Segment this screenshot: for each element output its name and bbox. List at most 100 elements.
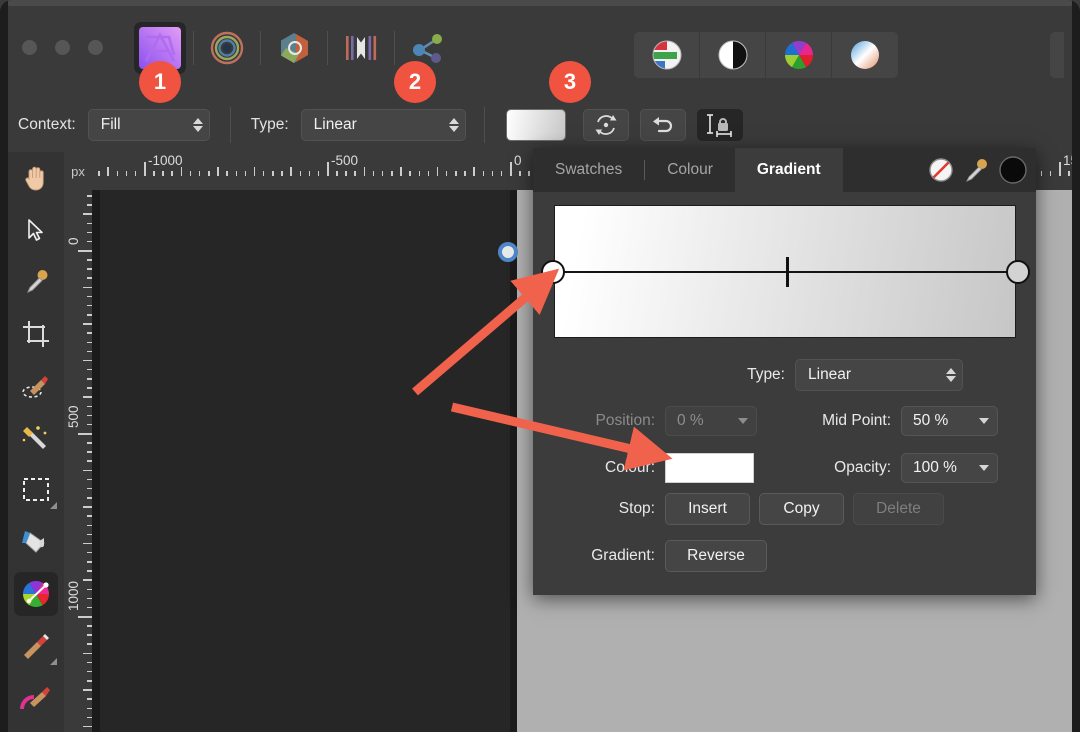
tool-flyout-indicator[interactable] xyxy=(50,658,57,665)
ruler-tick xyxy=(153,171,155,176)
undo-gradient-button[interactable] xyxy=(639,109,686,141)
ruler-tick xyxy=(83,359,92,362)
lock-ratio-icon xyxy=(706,114,732,137)
tool-view[interactable] xyxy=(8,152,64,204)
ruler-tick xyxy=(455,171,457,176)
ruler-tick xyxy=(198,171,201,176)
tab-gradient-label: Gradient xyxy=(756,161,821,178)
ruler-tick xyxy=(171,171,173,176)
toolbar-separator xyxy=(483,107,485,143)
gradient-preview-swatch[interactable] xyxy=(505,109,566,141)
ruler-tick xyxy=(253,167,256,176)
toolbar-separator xyxy=(229,107,231,143)
vertical-ruler[interactable]: 0 500 1000 xyxy=(64,190,92,732)
persona-liquify[interactable] xyxy=(201,22,253,74)
tool-paint-brush[interactable] xyxy=(8,620,64,672)
annotation-badge-3: 3 xyxy=(549,61,591,103)
persona-separator xyxy=(327,31,328,65)
panel-type-select[interactable]: Linear xyxy=(795,359,963,391)
persona-separator xyxy=(193,31,194,65)
tab-colour[interactable]: Colour xyxy=(645,148,735,192)
ruler-tick xyxy=(510,162,512,176)
rectangular-marquee-icon xyxy=(23,478,49,501)
ruler-tick xyxy=(409,171,411,176)
ruler-tick xyxy=(262,171,265,176)
ruler-tick xyxy=(125,171,128,176)
tool-crop[interactable] xyxy=(8,308,64,360)
colour-mode-toolbar xyxy=(634,32,898,78)
canvas-right-shadow xyxy=(510,190,517,732)
panel-opacity-label: Opacity: xyxy=(834,459,891,476)
colour-mode-channels[interactable] xyxy=(634,32,700,78)
panel-position-field[interactable]: 0 % xyxy=(665,406,757,436)
tab-swatches[interactable]: Swatches xyxy=(533,148,644,192)
stepper-icon xyxy=(437,118,459,132)
current-colour-icon[interactable] xyxy=(998,155,1028,185)
lock-aspect-button[interactable] xyxy=(696,109,743,141)
gradient-type-value: Linear xyxy=(313,116,357,133)
tone-map-icon xyxy=(346,36,377,60)
gradient-type-select[interactable]: Linear xyxy=(300,109,466,141)
ruler-tick xyxy=(391,171,393,176)
annotation-badge-2: 2 xyxy=(394,61,436,103)
tool-paint-mixer[interactable] xyxy=(8,672,64,724)
develop-hexagon-icon xyxy=(281,33,308,63)
canvas-left-shadow xyxy=(92,190,100,732)
gradient-reverse-button[interactable]: Reverse xyxy=(665,540,767,572)
ruler-tick xyxy=(528,171,530,176)
tool-flyout-indicator[interactable] xyxy=(50,502,57,509)
crop-icon xyxy=(23,321,49,347)
persona-tone-mapping[interactable] xyxy=(335,22,387,74)
panel-type-value: Linear xyxy=(808,366,852,383)
window-left-edge xyxy=(0,0,8,732)
stop-delete-button[interactable]: Delete xyxy=(853,493,944,525)
eyedropper-icon[interactable] xyxy=(962,157,990,183)
panel-midpoint-field[interactable]: 50 % xyxy=(901,406,998,436)
panel-opacity-field[interactable]: 100 % xyxy=(901,453,998,483)
stop-insert-button[interactable]: Insert xyxy=(665,493,750,525)
zoom-button[interactable] xyxy=(88,40,103,55)
context-select-value: Fill xyxy=(100,116,121,133)
colour-mode-gradient[interactable] xyxy=(832,32,898,78)
ruler-tick xyxy=(83,579,92,581)
panel-gradient-label: Gradient: xyxy=(591,547,655,564)
gradient-stop-end[interactable] xyxy=(1006,260,1030,284)
tool-move[interactable] xyxy=(8,204,64,256)
ruler-tick xyxy=(354,171,356,176)
colour-mode-greyscale[interactable] xyxy=(700,32,766,78)
panel-colour-well[interactable] xyxy=(665,453,754,483)
colour-mode-wheel[interactable] xyxy=(766,32,832,78)
close-button[interactable] xyxy=(22,40,37,55)
gradient-midpoint-marker[interactable] xyxy=(786,257,789,287)
ruler-tick xyxy=(83,689,92,691)
gradient-stop-start[interactable] xyxy=(541,260,565,284)
tool-flood-fill[interactable] xyxy=(8,516,64,568)
ruler-tick xyxy=(83,213,92,215)
document-canvas[interactable] xyxy=(100,190,510,732)
tab-swatches-label: Swatches xyxy=(555,161,623,178)
ruler-tick xyxy=(83,725,92,728)
ruler-tick xyxy=(226,171,228,176)
tool-selection-brush[interactable] xyxy=(8,360,64,412)
tool-marquee[interactable] xyxy=(8,464,64,516)
minimize-button[interactable] xyxy=(55,40,70,55)
stop-copy-button[interactable]: Copy xyxy=(759,493,844,525)
context-select[interactable]: Fill xyxy=(87,109,210,141)
persona-develop[interactable] xyxy=(268,22,320,74)
tool-colour-picker[interactable] xyxy=(8,256,64,308)
no-colour-icon[interactable] xyxy=(928,157,954,183)
ruler-tick xyxy=(208,171,210,176)
gradient-stop-track[interactable] xyxy=(554,271,1016,273)
ruler-label: -500 xyxy=(331,153,359,168)
stop-insert-label: Insert xyxy=(688,500,727,517)
gradient-start-handle[interactable] xyxy=(498,242,518,262)
tab-gradient[interactable]: Gradient xyxy=(734,148,843,192)
ruler-tick xyxy=(482,171,485,176)
toolbar-overflow-stub[interactable] xyxy=(1050,32,1064,78)
tool-flood-select[interactable] xyxy=(8,412,64,464)
ruler-tick xyxy=(78,433,92,435)
invert-gradient-button[interactable] xyxy=(582,109,629,141)
type-label: Type: xyxy=(250,116,289,133)
hand-icon xyxy=(25,166,44,191)
tool-gradient[interactable] xyxy=(8,568,64,620)
